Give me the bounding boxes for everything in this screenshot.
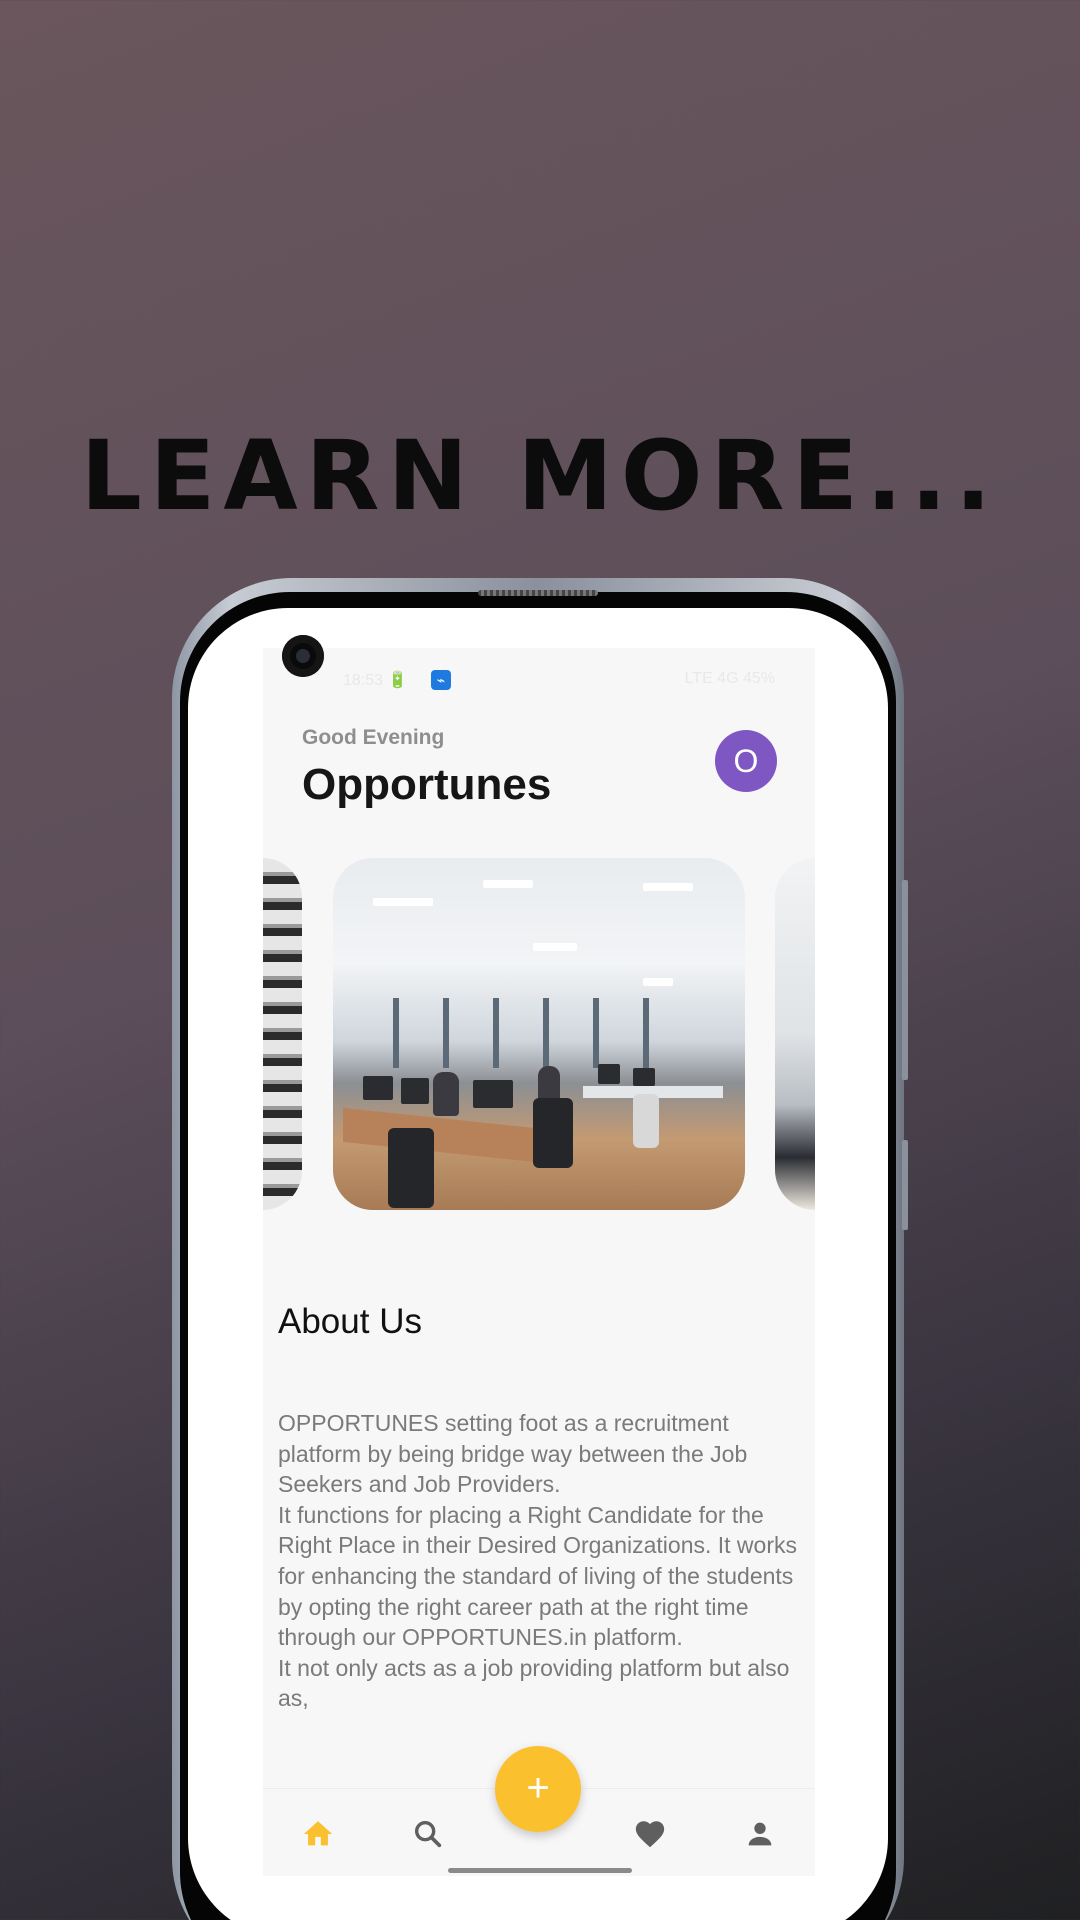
window-column <box>493 998 499 1068</box>
status-network: LTE 4G 45% <box>684 670 775 687</box>
front-camera <box>282 635 324 677</box>
monitor <box>633 1068 655 1086</box>
plus-icon: + <box>526 1766 550 1810</box>
ceiling-light <box>483 880 533 888</box>
office-person-photo <box>775 858 815 1210</box>
carousel-card-prev[interactable] <box>263 858 302 1210</box>
office-chair <box>533 1098 573 1168</box>
person-icon <box>748 1822 772 1846</box>
office-chair <box>388 1128 434 1208</box>
app-title: Opportunes <box>302 760 552 809</box>
phone-power-button <box>902 1140 908 1230</box>
window-column <box>393 998 399 1068</box>
heart-icon <box>635 1821 665 1848</box>
about-paragraph: It functions for placing a Right Candida… <box>278 1501 797 1651</box>
ceiling-light <box>373 898 433 906</box>
monitor <box>401 1078 429 1104</box>
greeting-text: Good Evening <box>302 726 445 749</box>
window-column <box>593 998 599 1068</box>
about-paragraph: OPPORTUNES setting foot as a recruitment… <box>278 1410 748 1498</box>
promo-headline: LEARN MORE... <box>80 420 1000 532</box>
ceiling-light <box>643 883 693 891</box>
search-icon <box>414 1820 442 1848</box>
status-time: 18:53 🔋 <box>343 672 408 689</box>
window-column <box>643 998 649 1068</box>
usb-icon: ⌁ <box>431 670 451 690</box>
app-screen: 18:53 🔋 ⌁ LTE 4G 45% Good Evening Opport… <box>263 648 815 1876</box>
carousel-card-next[interactable] <box>775 858 815 1210</box>
about-paragraph: It not only acts as a job providing plat… <box>278 1654 790 1712</box>
add-button[interactable]: + <box>495 1746 581 1832</box>
home-indicator <box>448 1868 632 1873</box>
ceiling-light <box>533 943 577 951</box>
nav-profile[interactable] <box>743 1817 777 1851</box>
office-chair <box>633 1094 659 1148</box>
carousel-card-current[interactable] <box>333 858 745 1210</box>
ceiling-light <box>643 978 673 986</box>
window-column <box>543 998 549 1068</box>
monitor <box>363 1076 393 1100</box>
home-icon <box>303 1821 333 1846</box>
nav-home[interactable] <box>301 1817 335 1851</box>
phone-volume-button <box>902 880 908 1080</box>
monitor <box>473 1080 513 1108</box>
status-bar: 18:53 🔋 ⌁ LTE 4G 45% <box>263 668 815 692</box>
nav-favorites[interactable] <box>633 1817 667 1851</box>
nav-search[interactable] <box>411 1817 445 1851</box>
open-office-photo <box>333 858 745 1210</box>
monitor <box>598 1064 620 1084</box>
avatar[interactable]: O <box>715 730 777 792</box>
phone-speaker <box>478 590 598 596</box>
person <box>433 1072 459 1116</box>
about-text: OPPORTUNES setting foot as a recruitment… <box>278 1408 808 1714</box>
staircase-photo <box>263 858 302 1210</box>
window-column <box>443 998 449 1068</box>
about-title: About Us <box>278 1302 422 1341</box>
